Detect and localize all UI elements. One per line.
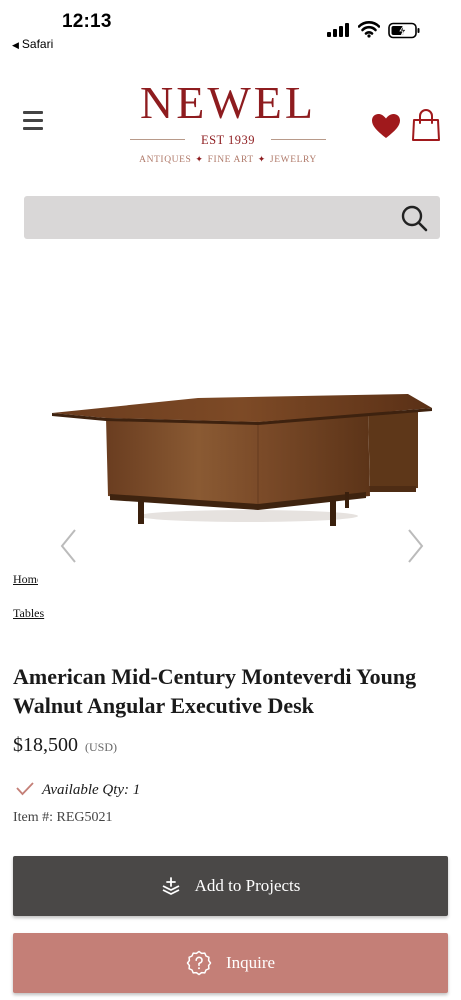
logo-separator-icon: ✦	[257, 154, 266, 164]
cellular-signal-icon	[327, 23, 349, 37]
status-time: 12:13	[62, 11, 112, 32]
price-currency: (USD)	[85, 740, 117, 754]
back-triangle-icon: ◀	[12, 40, 19, 50]
logo-rule-left	[130, 139, 185, 140]
logo-established: EST 1939	[200, 133, 256, 147]
inquire-button[interactable]: Inquire	[13, 933, 448, 993]
favorites-button[interactable]	[371, 113, 401, 139]
battery-charging-icon	[388, 22, 420, 39]
back-to-safari-link[interactable]: ◀ Safari	[12, 37, 53, 51]
back-app-label: Safari	[21, 37, 54, 51]
product-image-desk[interactable]	[48, 388, 436, 533]
search-bar[interactable]	[24, 196, 440, 239]
logo-tag-antiques: ANTIQUES	[139, 155, 192, 165]
logo-tag-fine-art: FINE ART	[207, 155, 254, 165]
availability-row: Available Qty: 1	[16, 782, 140, 799]
checkmark-icon	[16, 782, 34, 796]
product-title: American Mid-Century Monteverdi Young Wa…	[13, 664, 417, 718]
menu-button[interactable]	[20, 111, 46, 133]
wifi-icon	[358, 21, 380, 38]
search-input[interactable]	[34, 204, 394, 231]
product-price: $18,500	[13, 734, 78, 756]
carousel-prev-chevron-icon[interactable]	[58, 528, 80, 564]
availability-text: Available Qty: 1	[42, 782, 141, 798]
hamburger-menu-icon	[20, 111, 46, 130]
logo-wordmark: NEWEL	[140, 77, 316, 128]
logo-rule-right	[271, 139, 326, 140]
item-number: Item #: REG5021	[13, 810, 113, 825]
add-to-projects-button[interactable]: Add to Projects	[13, 856, 448, 916]
heart-icon	[372, 114, 400, 138]
breadcrumb-home-link[interactable]: Home	[13, 572, 38, 587]
shopping-bag-icon	[412, 109, 440, 141]
add-to-projects-label: Add to Projects	[194, 876, 301, 895]
logo-tag-jewelry: JEWELRY	[269, 155, 317, 165]
logo-separator-icon: ✦	[195, 154, 204, 164]
newel-logo[interactable]: NEWEL EST 1939 ANTIQUES ✦ FINE ART ✦ JEWELRY	[128, 78, 328, 165]
status-bar: 12:13 ◀ Safari	[0, 0, 461, 56]
product-price-row: $18,500 (USD)	[13, 734, 117, 757]
shopping-bag-button[interactable]	[411, 108, 441, 142]
question-badge-icon	[186, 950, 212, 976]
layers-add-icon	[162, 877, 180, 895]
logo-tagline: ANTIQUES ✦ FINE ART ✦ JEWELRY	[128, 154, 328, 165]
inquire-label: Inquire	[225, 953, 276, 972]
logo-est-row: EST 1939	[128, 131, 328, 149]
search-icon[interactable]	[400, 204, 428, 232]
breadcrumb-tables-link[interactable]: Tables	[13, 606, 44, 621]
carousel-next-chevron-icon[interactable]	[404, 528, 426, 564]
